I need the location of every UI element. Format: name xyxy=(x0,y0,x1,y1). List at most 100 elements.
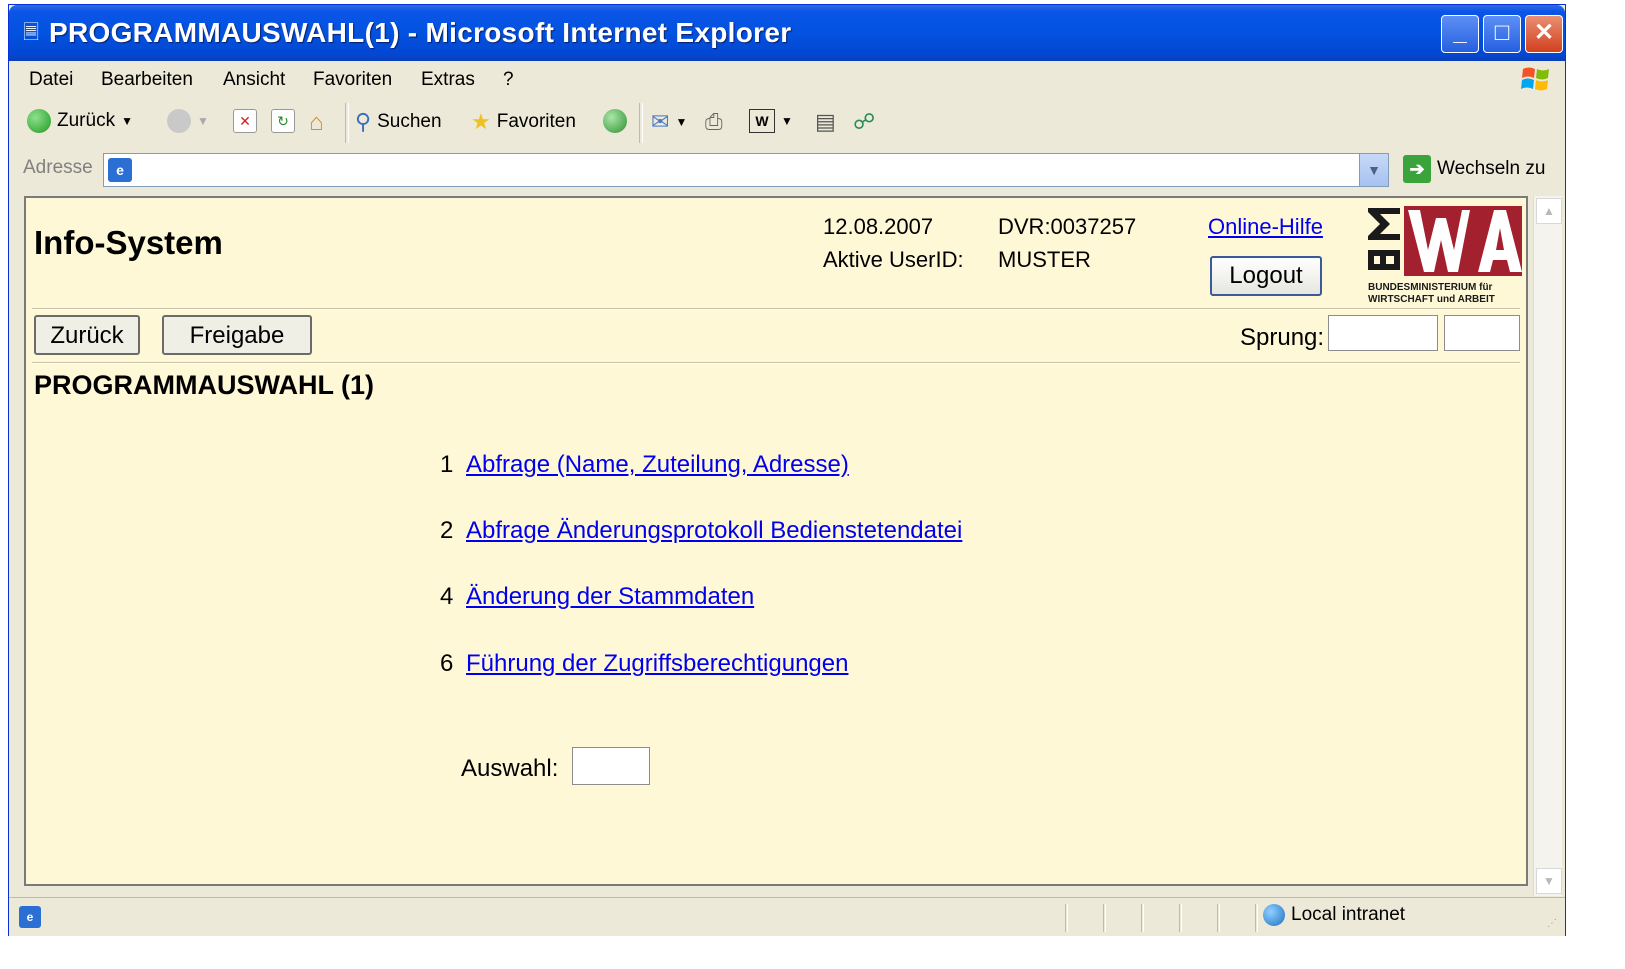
option-number: 6 xyxy=(440,650,454,677)
print-button[interactable]: ⎙ xyxy=(705,109,723,135)
toolbar-separator xyxy=(345,103,349,143)
divider xyxy=(32,308,1520,310)
status-separator xyxy=(1103,904,1106,932)
logout-button[interactable]: Logout xyxy=(1210,256,1322,296)
dvr-number: DVR:0037257 xyxy=(998,214,1137,239)
back-button[interactable]: Zurück xyxy=(34,315,140,355)
stop-button[interactable]: ✕ xyxy=(233,109,257,133)
option-number: 4 xyxy=(440,583,454,610)
menu-datei[interactable]: Datei xyxy=(29,69,73,91)
menu-bearbeiten[interactable]: Bearbeiten xyxy=(101,69,193,91)
page-heading: PROGRAMMAUSWAHL (1) xyxy=(34,370,374,400)
vertical-scrollbar[interactable]: ▲ ▼ xyxy=(1533,196,1562,896)
zone-label: Local intranet xyxy=(1291,904,1406,925)
logo-caption-1: BUNDESMINISTERIUM für xyxy=(1368,282,1493,293)
address-input[interactable]: e ▼ xyxy=(103,153,1389,187)
scroll-up-icon[interactable]: ▲ xyxy=(1536,198,1562,224)
ie-page-icon: 🗏 xyxy=(22,22,40,44)
window-title: PROGRAMMAUSWAHL(1) - Microsoft Internet … xyxy=(49,17,792,48)
bmwa-logo: BUNDESMINISTERIUM für WIRTSCHAFT und ARB… xyxy=(1368,206,1522,304)
dropdown-arrow-icon: ▼ xyxy=(197,114,209,128)
toolbar-forward-button[interactable]: ▼ xyxy=(167,109,209,133)
date-value: 12.08.2007 xyxy=(823,214,934,239)
app-title: Info-System xyxy=(34,224,223,261)
option-link-access-rights[interactable]: Führung der Zugriffsberechtigungen xyxy=(466,650,848,677)
divider xyxy=(32,362,1520,364)
page-content: Info-System 12.08.2007 DVR:0037257 Aktiv… xyxy=(24,196,1528,886)
windows-logo-icon xyxy=(1521,67,1549,91)
status-page-icon: e xyxy=(19,906,41,928)
intranet-globe-icon xyxy=(1263,904,1285,926)
option-link-change-log[interactable]: Abfrage Änderungsprotokoll Bedienstetend… xyxy=(466,517,962,544)
menu-option: 1 Abfrage (Name, Zuteilung, Adresse) xyxy=(440,451,849,479)
scroll-down-icon[interactable]: ▼ xyxy=(1536,868,1562,894)
jump-label: Sprung: xyxy=(1240,324,1325,351)
dropdown-arrow-icon: ▼ xyxy=(121,114,133,128)
release-button[interactable]: Freigabe xyxy=(162,315,312,355)
maximize-button[interactable]: □ xyxy=(1483,15,1521,53)
home-button[interactable]: ⌂ xyxy=(309,109,324,137)
dropdown-arrow-icon: ▼ xyxy=(675,115,688,129)
refresh-button[interactable]: ↻ xyxy=(271,109,295,133)
search-label: Suchen xyxy=(377,111,442,132)
choice-label: Auswahl: xyxy=(461,755,559,782)
go-arrow-icon: ➔ xyxy=(1403,155,1431,183)
history-icon xyxy=(603,109,627,133)
menu-favoriten[interactable]: Favoriten xyxy=(313,69,392,91)
toolbar: Zurück ▼ ▼ ✕ ↻ ⌂ ⚲ Suchen ★ Favoriten ✉ … xyxy=(9,97,1565,150)
favorites-label: Favoriten xyxy=(496,111,576,132)
status-separator xyxy=(1065,904,1068,932)
address-dropdown-icon[interactable]: ▼ xyxy=(1359,154,1388,186)
favorites-button[interactable]: ★ Favoriten xyxy=(471,109,576,135)
printer-icon: ⎙ xyxy=(705,109,723,134)
menu-bar: Datei Bearbeiten Ansicht Favoriten Extra… xyxy=(9,61,1565,98)
option-number: 2 xyxy=(440,517,454,544)
address-bar: Adresse e ▼ ➔ Wechseln zu xyxy=(9,149,1565,191)
stop-icon: ✕ xyxy=(233,109,257,133)
mail-icon: ✉ xyxy=(651,109,670,134)
minimize-button[interactable]: _ xyxy=(1441,15,1479,53)
back-arrow-icon xyxy=(27,109,51,133)
close-button[interactable]: ✕ xyxy=(1525,15,1563,53)
choice-input[interactable] xyxy=(572,747,650,785)
messenger-icon: ☍ xyxy=(853,109,876,134)
online-help-link[interactable]: Online-Hilfe xyxy=(1208,214,1323,240)
menu-option: 2 Abfrage Änderungsprotokoll Bediensteten… xyxy=(440,517,962,545)
refresh-icon: ↻ xyxy=(271,109,295,133)
go-button[interactable]: ➔ Wechseln zu xyxy=(1403,155,1545,183)
jump-input-1[interactable] xyxy=(1328,315,1438,351)
status-separator xyxy=(1255,904,1258,932)
word-button[interactable]: W ▼ xyxy=(749,109,793,133)
search-button[interactable]: ⚲ Suchen xyxy=(355,109,442,135)
history-button[interactable] xyxy=(603,109,627,133)
notes-icon: ▤ xyxy=(815,109,836,134)
mail-button[interactable]: ✉ ▼ xyxy=(651,109,687,135)
menu-extras[interactable]: Extras xyxy=(421,69,475,91)
user-id-label: Aktive UserID: xyxy=(823,247,964,272)
option-link-query-name[interactable]: Abfrage (Name, Zuteilung, Adresse) xyxy=(466,451,849,478)
resize-grip-icon[interactable]: ⋰ xyxy=(1547,918,1561,932)
logo-caption-2: WIRTSCHAFT und ARBEIT xyxy=(1368,294,1495,304)
user-id-value: MUSTER xyxy=(998,247,1091,272)
word-icon: W xyxy=(749,109,775,133)
dropdown-arrow-icon: ▼ xyxy=(781,114,793,128)
option-link-master-data[interactable]: Änderung der Stammdaten xyxy=(466,583,754,610)
security-zone: Local intranet xyxy=(1263,904,1405,926)
menu-option: 4 Änderung der Stammdaten xyxy=(440,583,754,611)
messenger-button[interactable]: ☍ xyxy=(853,109,875,135)
status-separator xyxy=(1141,904,1144,932)
title-bar[interactable]: 🗏 PROGRAMMAUSWAHL(1) - Microsoft Interne… xyxy=(9,5,1565,61)
toolbar-separator xyxy=(639,103,643,143)
home-icon: ⌂ xyxy=(309,109,324,136)
discuss-button[interactable]: ▤ xyxy=(815,109,836,135)
address-label: Adresse xyxy=(23,157,93,178)
option-number: 1 xyxy=(440,451,454,478)
toolbar-back-button[interactable]: Zurück ▼ xyxy=(27,109,133,133)
status-bar: e Local intranet ⋰ xyxy=(9,897,1565,936)
go-label: Wechseln zu xyxy=(1437,158,1546,179)
page-icon: e xyxy=(108,158,132,182)
jump-input-2[interactable] xyxy=(1444,315,1520,351)
status-separator xyxy=(1179,904,1182,932)
menu-help[interactable]: ? xyxy=(503,69,514,91)
menu-ansicht[interactable]: Ansicht xyxy=(223,69,285,91)
